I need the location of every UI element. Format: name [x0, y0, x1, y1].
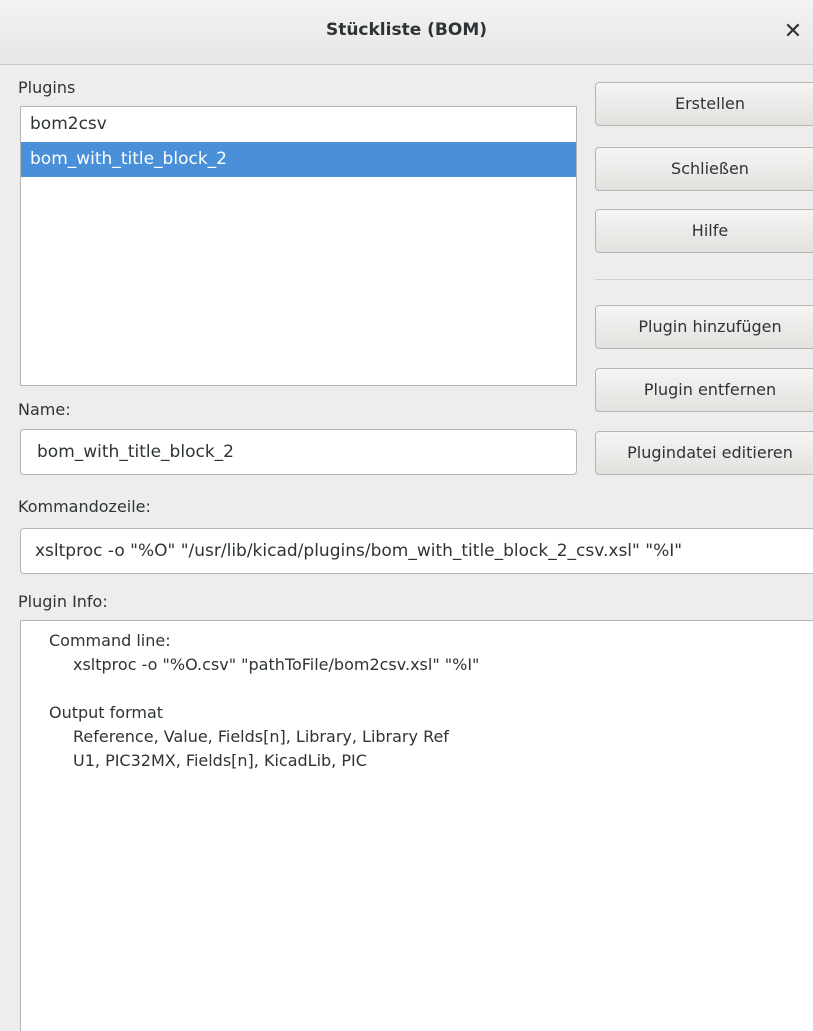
title-bar: Stückliste (BOM) ✕	[0, 0, 813, 65]
help-button[interactable]: Hilfe	[595, 209, 813, 253]
plugins-list[interactable]: bom2csv bom_with_title_block_2	[20, 106, 577, 386]
bom-dialog: Stückliste (BOM) ✕ Plugins bom2csv bom_w…	[0, 0, 813, 1031]
info-line: U1, PIC32MX, Fields[n], KicadLib, PIC	[73, 751, 367, 770]
create-button[interactable]: Erstellen	[595, 82, 813, 126]
dialog-title: Stückliste (BOM)	[325, 20, 488, 40]
button-separator	[595, 279, 813, 280]
name-label: Name:	[18, 400, 71, 419]
add-plugin-button[interactable]: Plugin hinzufügen	[595, 305, 813, 349]
plugin-info-textarea[interactable]: Command line: xsltproc -o "%O.csv" "path…	[20, 620, 813, 1031]
name-field[interactable]: bom_with_title_block_2	[20, 429, 577, 475]
command-line-field[interactable]: xsltproc -o "%O" "/usr/lib/kicad/plugins…	[20, 528, 813, 574]
info-line: Output format	[49, 703, 164, 722]
info-line-empty	[49, 677, 813, 701]
info-line: xsltproc -o "%O.csv" "pathToFile/bom2csv…	[73, 655, 480, 674]
close-icon[interactable]: ✕	[779, 14, 807, 50]
close-button[interactable]: Schließen	[595, 147, 813, 191]
plugins-label: Plugins	[18, 78, 76, 97]
plugin-list-item-selected[interactable]: bom_with_title_block_2	[21, 142, 576, 177]
plugin-list-item[interactable]: bom2csv	[21, 107, 576, 142]
edit-plugin-file-button[interactable]: Plugindatei editieren	[595, 431, 813, 475]
command-label: Kommandozeile:	[18, 497, 151, 516]
plugin-info-label: Plugin Info:	[18, 592, 108, 611]
info-line: Reference, Value, Fields[n], Library, Li…	[73, 727, 449, 746]
info-line: Command line:	[49, 631, 171, 650]
remove-plugin-button[interactable]: Plugin entfernen	[595, 368, 813, 412]
